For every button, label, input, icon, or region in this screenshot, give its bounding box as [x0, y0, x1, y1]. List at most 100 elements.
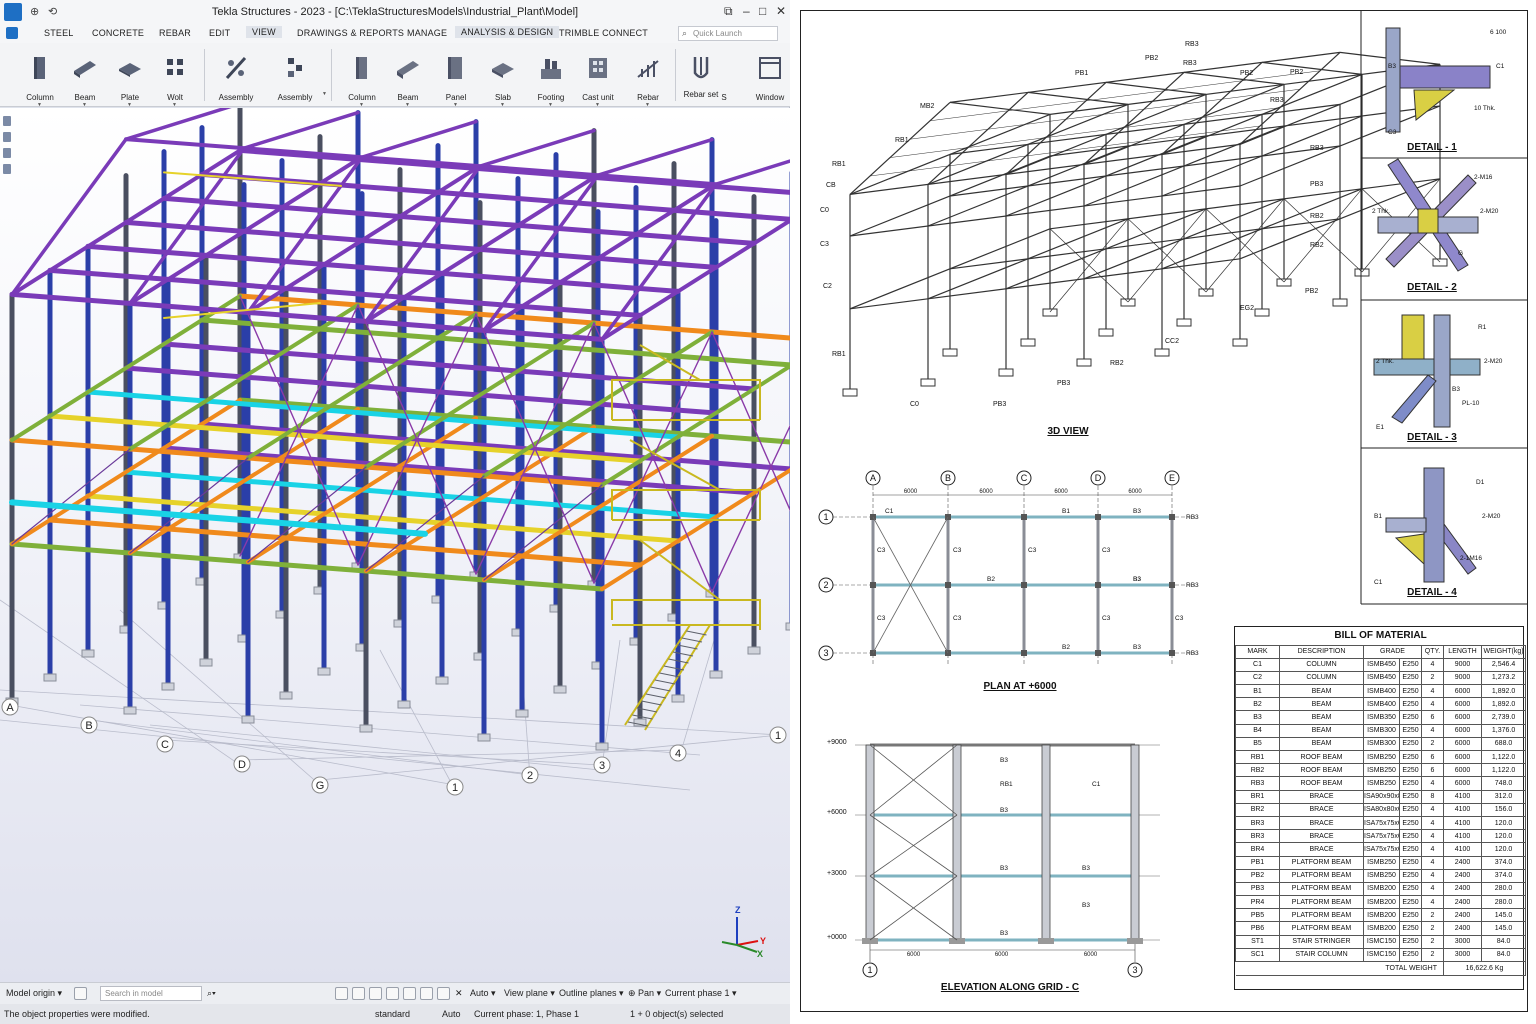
- bom-cell: 6000: [1443, 684, 1482, 699]
- member-mark-label: RB2: [1310, 242, 1324, 249]
- elevation-member-label: B3: [1000, 757, 1008, 764]
- wire-member[interactable]: [909, 128, 989, 140]
- bom-header-cell: LENGTH: [1443, 644, 1482, 659]
- screen: ⊕ ⟲ Tekla Structures - 2023 - [C:\TeklaS…: [0, 0, 1536, 1024]
- plan-column[interactable]: [1021, 582, 1027, 588]
- bom-row: BR1 BRACE ISA90x90x8 E250 8 4100 312.0: [1235, 789, 1527, 804]
- bom-row: B1 BEAM ISMB400 E250 4 6000 1,892.0: [1235, 684, 1527, 699]
- bom-cell: C2: [1235, 670, 1280, 686]
- detail-4-drawing[interactable]: D1 2-M20 B1 2-1M16 C1: [1374, 467, 1501, 586]
- wire-member[interactable]: [949, 101, 1051, 115]
- bom-row: RB3 ROOF BEAM ISMB250 E250 4 6000 748.0: [1235, 776, 1527, 791]
- member-mark-label: PB2: [1290, 69, 1303, 76]
- detail-2-drawing[interactable]: 2-M16 2-M20 2 Thk. G: [1372, 158, 1499, 272]
- bom-cell: 4: [1421, 881, 1444, 897]
- bom-cell: PLATFORM BEAM: [1279, 868, 1364, 883]
- detail-3-drawing[interactable]: R1 2-M20 2 Thk. PL-10 E1 B3: [1373, 314, 1503, 431]
- wire-footing: [1432, 258, 1448, 267]
- plan-column[interactable]: [1095, 650, 1101, 656]
- elevation-member-label: B3: [1000, 865, 1008, 872]
- bom-cell: E250: [1399, 736, 1422, 752]
- bom-cell: E250: [1399, 947, 1422, 963]
- bom-cell: E250: [1399, 855, 1422, 870]
- bom-cell: BRACE: [1279, 789, 1364, 804]
- elevation-column[interactable]: [952, 744, 962, 941]
- wire-member[interactable]: [1105, 81, 1207, 95]
- wire-member[interactable]: [1241, 70, 1321, 82]
- connection-details[interactable]: 6 100 C1 B3 10 Thk. C3 2-M16 2-M20 2 Thk. G R1 2-M…: [1372, 27, 1507, 586]
- bom-cell: 156.0: [1480, 802, 1527, 817]
- wire-member[interactable]: [987, 118, 1067, 130]
- wire-member[interactable]: [889, 147, 969, 158]
- detail-callout: B1: [1374, 513, 1382, 520]
- wire-member[interactable]: [849, 101, 951, 195]
- detail-callout: B3: [1388, 63, 1396, 70]
- bom-cell: 1,892.0: [1480, 684, 1527, 699]
- wire-member[interactable]: [1163, 80, 1243, 92]
- bom-cell: 280.0: [1480, 881, 1527, 897]
- plan-column[interactable]: [1021, 514, 1027, 520]
- plan-view[interactable]: A B C D E 1 2 3 6000 6000 6000 6000 C1 B1 B3 RB3 C3 C3 C3 C…: [818, 470, 1199, 665]
- wire-member[interactable]: [869, 165, 949, 177]
- bom-cell: 4: [1421, 684, 1444, 699]
- wire-member[interactable]: [949, 218, 1341, 270]
- bom-cell: ISMB200: [1363, 908, 1400, 923]
- plan-column[interactable]: [945, 582, 951, 588]
- plan-column[interactable]: [870, 582, 876, 588]
- plan-column[interactable]: [1095, 582, 1101, 588]
- wire-member[interactable]: [1085, 90, 1165, 102]
- bom-cell: 6000: [1443, 697, 1482, 712]
- wire-member[interactable]: [1183, 71, 1285, 85]
- wire-member[interactable]: [1283, 198, 1363, 273]
- member-mark-label: RB1: [832, 161, 846, 168]
- wire-member[interactable]: [1261, 61, 1363, 75]
- bom-row: PB1 PLATFORM BEAM ISMB250 E250 4 2400 374.0: [1235, 855, 1527, 870]
- bom-cell: PR4: [1235, 895, 1280, 910]
- member-mark-label: PB1: [1075, 70, 1088, 77]
- detail-callout: B3: [1452, 386, 1460, 393]
- plan-column[interactable]: [1169, 582, 1175, 588]
- bom-cell: BR4: [1235, 842, 1280, 857]
- plan-column[interactable]: [1169, 650, 1175, 656]
- bom-cell: ST1: [1235, 934, 1280, 949]
- elevation-level-label: +9000: [827, 739, 847, 746]
- bom-cell: PB5: [1235, 908, 1280, 923]
- bom-cell: 2: [1421, 670, 1444, 686]
- elevation-view[interactable]: +9000 +6000 +3000 +0000 1 3 6000 6000 6000 B3 RB1 C…: [827, 739, 1160, 978]
- wire-member[interactable]: [1007, 100, 1087, 112]
- wire-member[interactable]: [949, 145, 1341, 197]
- bom-row: B3 BEAM ISMB350 E250 6 6000 2,739.0: [1235, 710, 1527, 725]
- wire-member[interactable]: [849, 143, 1241, 195]
- plan-column[interactable]: [1021, 650, 1027, 656]
- bom-cell: BRACE: [1279, 842, 1364, 857]
- bom-cell: BEAM: [1279, 736, 1364, 752]
- bom-cell: 6: [1421, 763, 1444, 778]
- elevation-column[interactable]: [1130, 744, 1140, 941]
- plan-grid-letter: C: [1021, 473, 1028, 483]
- wire-member[interactable]: [1027, 91, 1129, 105]
- wire-member[interactable]: [929, 110, 1009, 122]
- wire-member[interactable]: [947, 155, 1027, 167]
- member-mark-label: PB3: [1057, 380, 1070, 387]
- plan-column[interactable]: [1169, 514, 1175, 520]
- wire-member[interactable]: [949, 103, 1341, 155]
- bom-row: BR3 BRACE ISA75x75x6 E250 4 4100 120.0: [1235, 815, 1527, 831]
- bom-cell: ROOF BEAM: [1279, 749, 1364, 765]
- elevation-column[interactable]: [1041, 744, 1051, 941]
- plan-column[interactable]: [1095, 514, 1101, 520]
- wire-member[interactable]: [849, 185, 1241, 237]
- bom-cell: E250: [1399, 829, 1422, 844]
- bom-row: ST1 STAIR STRINGER ISMC150 E250 2 3000 84.0: [1235, 934, 1527, 949]
- plan-member-label: B2: [987, 576, 995, 583]
- bom-row: RB1 ROOF BEAM ISMB250 E250 6 6000 1,122.0: [1235, 749, 1527, 765]
- detail-callout: 2 Thk.: [1372, 208, 1390, 215]
- bom-cell: ROOF BEAM: [1279, 763, 1364, 778]
- detail-callout: R1: [1478, 324, 1487, 331]
- elevation-column[interactable]: [865, 744, 875, 941]
- bom-cell: 4: [1421, 776, 1444, 791]
- bom-cell: 145.0: [1480, 908, 1527, 923]
- member-mark-label: C0: [820, 207, 829, 214]
- bom-cell: 4: [1421, 802, 1444, 817]
- wire-member[interactable]: [849, 258, 1241, 310]
- bom-cell: ISA75x75x6: [1363, 842, 1400, 857]
